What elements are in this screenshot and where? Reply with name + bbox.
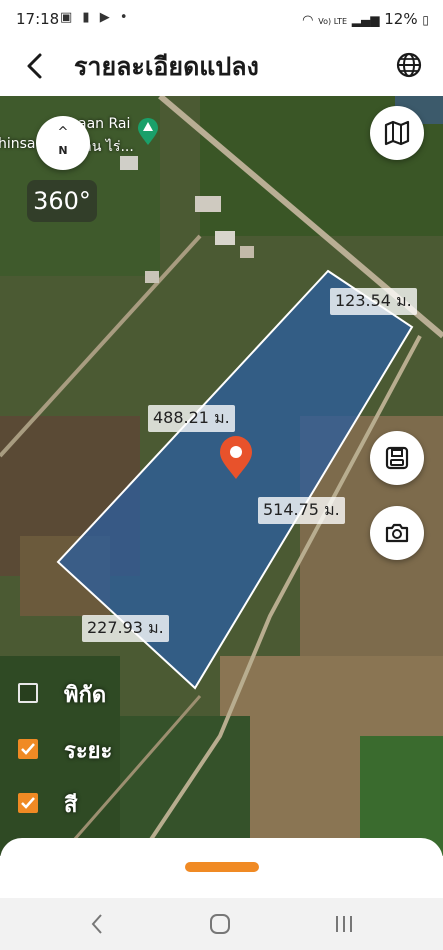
compass-label: N (58, 144, 68, 157)
checkbox-color[interactable] (18, 793, 38, 813)
app-bar: รายละเอียดแปลง (0, 38, 443, 96)
distance-label-left: 488.21 ม. (148, 405, 235, 432)
map-layers-button[interactable] (370, 106, 424, 160)
notification-icons: ▣ ▮ ▶ • (60, 10, 131, 25)
panorama-button[interactable]: 360° (27, 180, 97, 222)
network-label: Vo) LTE (318, 17, 348, 26)
compass-button[interactable]: ^ N (36, 116, 90, 170)
distance-label-top: 123.54 ม. (330, 288, 417, 315)
status-right: ◠ Vo) LTE ▂▄▆ 12% ▯ (302, 10, 429, 28)
camera-icon (385, 523, 409, 543)
nav-recents-button[interactable] (324, 910, 364, 938)
globe-icon (396, 52, 422, 78)
camera-button[interactable] (370, 506, 424, 560)
location-pin-icon[interactable] (218, 436, 254, 480)
option-label-distance: ระยะ (64, 739, 113, 764)
distance-label-bottom: 227.93 ม. (82, 615, 169, 642)
check-icon (21, 797, 35, 809)
satellite-map[interactable]: aan Rai hinsa าน ไร่... ^ N 360° 123.54 … (0, 96, 443, 856)
save-plot-button[interactable] (370, 431, 424, 485)
battery-label: 12% (384, 10, 418, 28)
language-button[interactable] (393, 49, 425, 81)
status-time: 17:18 (16, 10, 60, 28)
system-nav-bar (0, 898, 443, 950)
place-marker-icon (137, 118, 159, 146)
page-title: รายละเอียดแปลง (74, 52, 259, 81)
nav-home-button[interactable] (200, 910, 240, 938)
map-icon (384, 120, 410, 146)
nav-back-button[interactable] (78, 910, 118, 938)
nav-home-icon (210, 914, 230, 934)
battery-icon: ▯ (422, 13, 429, 27)
compass-arrow-icon: ^ (57, 125, 69, 140)
distance-label-right: 514.75 ม. (258, 497, 345, 524)
checkbox-coordinates[interactable] (18, 683, 38, 703)
back-arrow-icon (27, 53, 42, 79)
bottom-sheet[interactable] (0, 838, 443, 898)
status-bar: 17:18 ▣ ▮ ▶ • ◠ Vo) LTE ▂▄▆ 12% ▯ (0, 0, 443, 38)
floppy-icon (385, 446, 409, 470)
nav-recents-icon (336, 916, 352, 932)
sheet-drag-handle[interactable] (185, 862, 259, 872)
option-label-coordinates: พิกัด (64, 683, 107, 708)
signal-icon: ▂▄▆ (351, 13, 380, 27)
checkbox-distance[interactable] (18, 739, 38, 759)
place-label-3: าน ไร่... (84, 139, 134, 155)
back-button[interactable] (18, 48, 54, 84)
wifi-icon: ◠ (302, 13, 314, 28)
check-icon (21, 743, 35, 755)
nav-back-icon (91, 914, 102, 934)
option-label-color: สี (64, 793, 78, 818)
place-label-2: hinsa (0, 136, 36, 152)
